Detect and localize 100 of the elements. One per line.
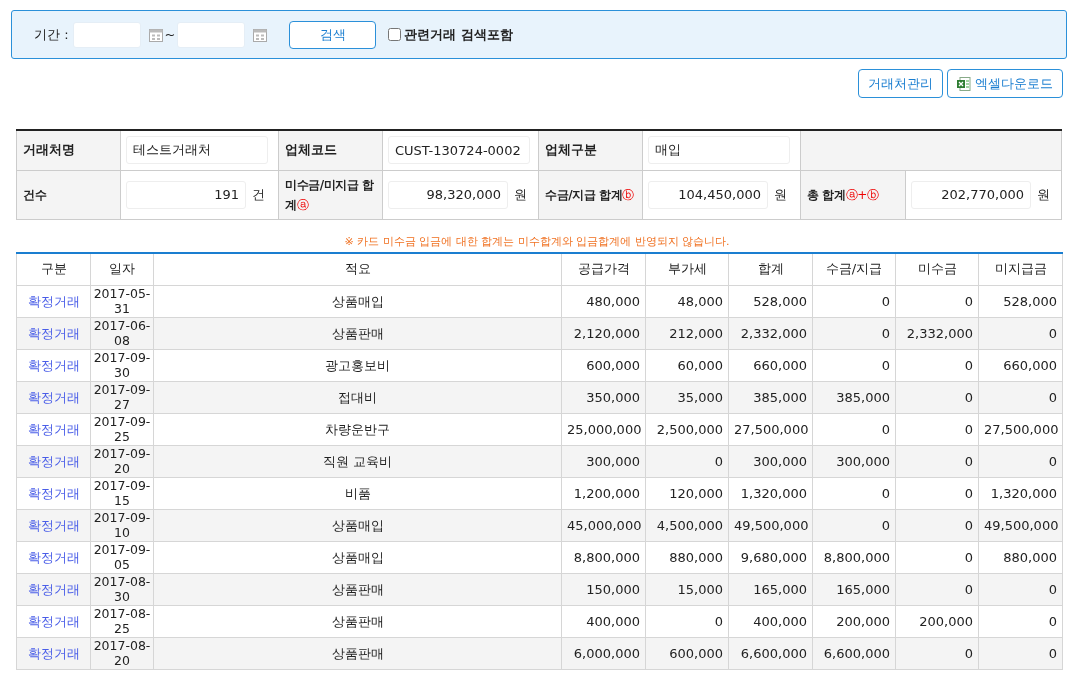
column-header: 공급가격 bbox=[561, 252, 646, 285]
text-field[interactable]: 매입 bbox=[648, 136, 790, 165]
table-cell: 165,000 bbox=[753, 581, 807, 597]
number-field[interactable]: 98,320,000 bbox=[388, 180, 508, 209]
table-cell: 0 bbox=[714, 613, 723, 629]
unit-label: 원 bbox=[514, 185, 527, 204]
date-field[interactable] bbox=[177, 21, 246, 48]
table-cell: 49,500,000 bbox=[984, 517, 1059, 533]
table-cell: 300,000 bbox=[586, 453, 640, 469]
table-cell: 45,000,000 bbox=[567, 517, 642, 533]
table-cell: 2017-05-31 bbox=[93, 286, 151, 316]
table-cell: 2017-08-20 bbox=[93, 638, 151, 668]
table-cell: 6,000,000 bbox=[573, 645, 640, 661]
table-cell: 0 bbox=[964, 357, 973, 373]
table-cell: 35,000 bbox=[677, 389, 723, 405]
table-cell: 차량운반구 bbox=[325, 421, 390, 437]
table-cell: 25,000,000 bbox=[567, 421, 642, 437]
table-cell: 0 bbox=[881, 485, 890, 501]
field-label: 거래처명 bbox=[16, 130, 121, 170]
table-cell: 상품판매 bbox=[331, 581, 384, 597]
client-management-button[interactable]: 거래처관리 bbox=[858, 69, 943, 98]
table-cell: 350,000 bbox=[586, 389, 640, 405]
table-cell: 2,500,000 bbox=[656, 421, 723, 437]
number-field[interactable]: 191 bbox=[126, 180, 246, 209]
table-cell: 200,000 bbox=[836, 613, 890, 629]
excel-download-button[interactable]: 엑셀다운로드 bbox=[947, 69, 1063, 98]
table-cell: 0 bbox=[881, 293, 890, 309]
table-cell: 0 bbox=[964, 549, 973, 565]
table-cell: 528,000 bbox=[753, 293, 807, 309]
table-cell: 480,000 bbox=[586, 293, 640, 309]
field-label: 업체구분 bbox=[538, 130, 643, 170]
checkbox-label[interactable]: 관련거래 검색포함 bbox=[404, 25, 513, 44]
table-cell: 2017-08-30 bbox=[93, 574, 151, 604]
table-cell: 비품 bbox=[344, 485, 371, 501]
notice-text: ※ 카드 미수금 입금에 대한 합계는 미수합계와 입금합계에 반영되지 않습니다. bbox=[343, 233, 731, 250]
table-cell: 48,000 bbox=[677, 293, 723, 309]
table-cell: 0 bbox=[881, 421, 890, 437]
table-cell: 0 bbox=[964, 421, 973, 437]
table-cell: 660,000 bbox=[1003, 357, 1057, 373]
field-label: 미수금/미지급 합계ⓐ bbox=[285, 177, 374, 212]
table-cell: 2,120,000 bbox=[573, 325, 640, 341]
table-cell: 200,000 bbox=[919, 613, 973, 629]
table-cell: 0 bbox=[964, 389, 973, 405]
field-label: 건수 bbox=[23, 187, 47, 202]
spreadsheet-icon bbox=[957, 76, 971, 91]
column-header: 미수금 bbox=[895, 252, 979, 285]
table-cell: 0 bbox=[964, 485, 973, 501]
field-label: 수금/지급 합계ⓑ bbox=[545, 187, 634, 202]
table-cell: 165,000 bbox=[836, 581, 890, 597]
number-field[interactable]: 104,450,000 bbox=[648, 180, 768, 209]
calendar-icon[interactable] bbox=[148, 27, 163, 42]
table-cell: 0 bbox=[1048, 613, 1057, 629]
table-cell: 0 bbox=[1048, 325, 1057, 341]
table-cell: 15,000 bbox=[677, 581, 723, 597]
table-cell: 상품판매 bbox=[331, 613, 384, 629]
date-field[interactable] bbox=[72, 21, 141, 48]
table-cell: 0 bbox=[964, 293, 973, 309]
table-cell: 상품판매 bbox=[331, 645, 384, 661]
table-cell: 0 bbox=[1048, 645, 1057, 661]
calendar-icon[interactable] bbox=[253, 27, 268, 42]
table-cell: 27,500,000 bbox=[734, 421, 809, 437]
table-cell: 9,680,000 bbox=[740, 549, 807, 565]
table-cell: 49,500,000 bbox=[734, 517, 809, 533]
table-cell: 2017-09-27 bbox=[93, 382, 151, 412]
table-cell: 880,000 bbox=[1003, 549, 1057, 565]
table-cell: 8,800,000 bbox=[823, 549, 890, 565]
table-cell: 880,000 bbox=[669, 549, 723, 565]
column-header: 합계 bbox=[728, 252, 813, 285]
table-cell: 27,500,000 bbox=[984, 421, 1059, 437]
table-cell: 60,000 bbox=[677, 357, 723, 373]
table-cell: 120,000 bbox=[669, 485, 723, 501]
table-cell: 0 bbox=[881, 357, 890, 373]
table-cell: 접대비 bbox=[338, 389, 377, 405]
text-field[interactable]: 테스트거래처 bbox=[126, 136, 268, 165]
table-cell: 0 bbox=[1048, 581, 1057, 597]
text-field[interactable]: CUST-130724-0002 bbox=[388, 136, 530, 165]
table-cell: 600,000 bbox=[669, 645, 723, 661]
table-cell: 0 bbox=[881, 325, 890, 341]
table-cell: 660,000 bbox=[753, 357, 807, 373]
table-cell: 1,200,000 bbox=[573, 485, 640, 501]
table-cell: 4,500,000 bbox=[656, 517, 723, 533]
table-cell: 0 bbox=[1048, 453, 1057, 469]
field-label: 업체코드 bbox=[278, 130, 383, 170]
table-cell: 528,000 bbox=[1003, 293, 1057, 309]
column-header: 구분 bbox=[16, 252, 91, 285]
number-field[interactable]: 202,770,000 bbox=[911, 180, 1031, 209]
table-cell: 0 bbox=[964, 581, 973, 597]
search-button[interactable]: 검색 bbox=[289, 20, 377, 49]
table-cell: 0 bbox=[714, 453, 723, 469]
table-cell: 2017-09-25 bbox=[93, 414, 151, 444]
table-cell: 150,000 bbox=[586, 581, 640, 597]
range-separator: ~ bbox=[164, 27, 176, 42]
table-cell: 상품매입 bbox=[331, 293, 384, 309]
table-cell: 2017-09-15 bbox=[93, 478, 151, 508]
table-cell: 2017-08-25 bbox=[93, 606, 151, 636]
table-cell: 2,332,000 bbox=[740, 325, 807, 341]
table-cell: 상품매입 bbox=[331, 549, 384, 565]
checkbox[interactable] bbox=[388, 28, 402, 41]
table-cell: 212,000 bbox=[669, 325, 723, 341]
column-header: 수금/지급 bbox=[812, 252, 896, 285]
